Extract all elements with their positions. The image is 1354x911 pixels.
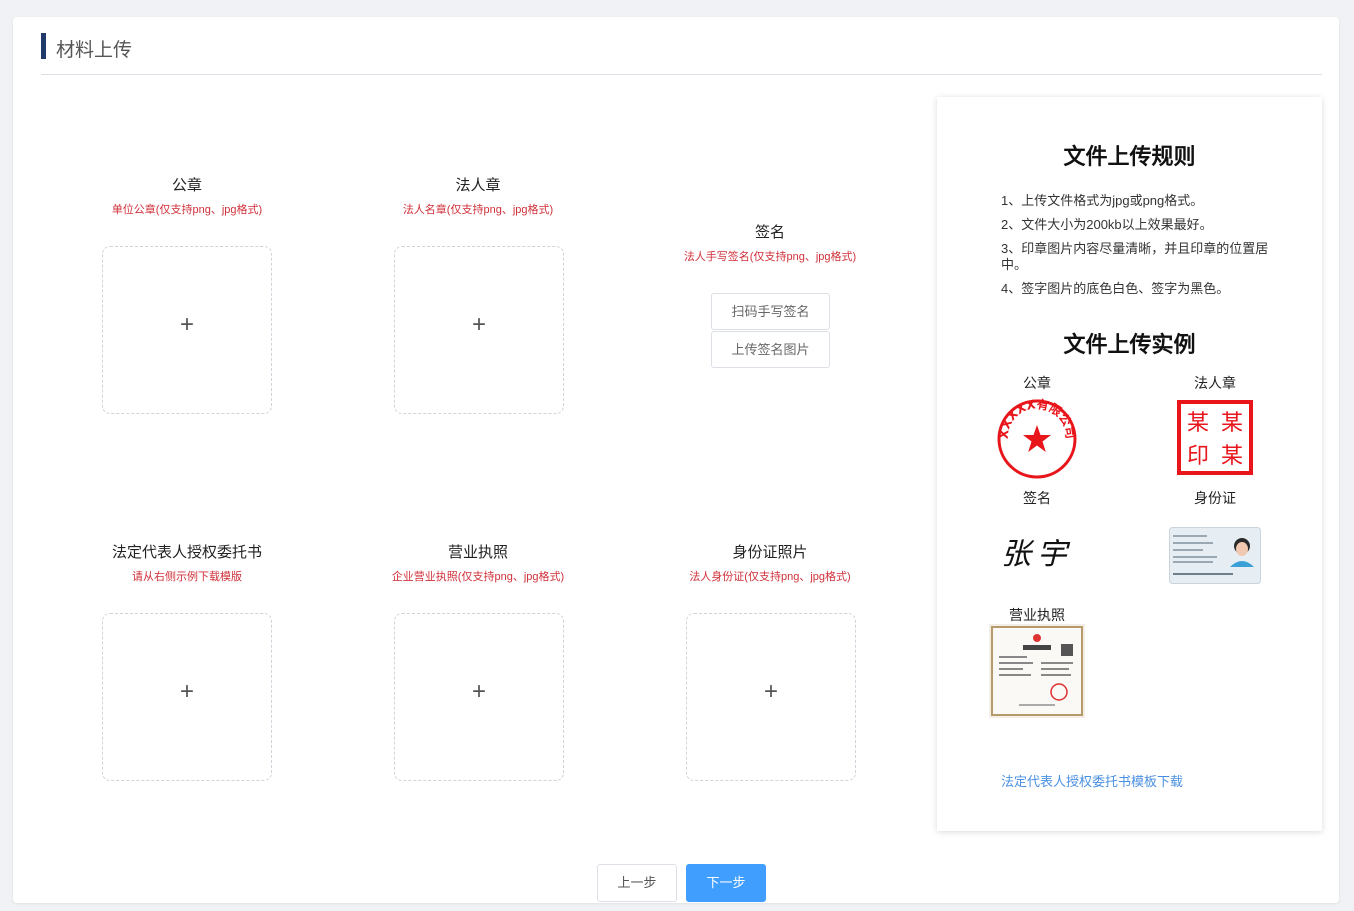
rule-item: 4、签字图片的底色白色、签字为黑色。	[1001, 281, 1230, 296]
scan-signature-button[interactable]: 扫码手写签名	[711, 293, 830, 330]
rule-item: 3、印章图片内容尽量清晰，并且印章的位置居中。	[1001, 241, 1269, 272]
page-header: 材料上传	[41, 31, 1322, 75]
header-accent-bar	[41, 33, 46, 59]
page-title: 材料上传	[56, 40, 133, 61]
rules-title: 文件上传规则	[1063, 144, 1196, 169]
next-step-button[interactable]: 下一步	[686, 864, 766, 902]
slot-seal-title: 公章	[171, 177, 202, 194]
plus-icon: +	[179, 678, 194, 705]
slot-business-license-title: 营业执照	[447, 544, 508, 561]
example-license-image	[989, 624, 1085, 718]
slot-authorization: 法定代表人授权委托书 请从右侧示例下载模版	[87, 541, 287, 584]
business-license-uploader[interactable]: +	[394, 613, 564, 781]
slot-legal-seal: 法人章 法人名章(仅支持png、jpg格式)	[378, 174, 578, 217]
plus-icon: +	[471, 311, 486, 338]
example-seal-image: XXXXX有限公司	[997, 397, 1077, 479]
slot-legal-seal-hint: 法人名章(仅支持png、jpg格式)	[402, 204, 554, 216]
prev-step-button[interactable]: 上一步	[597, 864, 677, 902]
seal-char: 某	[1186, 410, 1209, 436]
plus-icon: +	[763, 678, 778, 705]
slot-seal-hint: 单位公章(仅支持png、jpg格式)	[111, 204, 263, 216]
example-id-label: 身份证	[1194, 490, 1236, 506]
authorization-template-download-link[interactable]: 法定代表人授权委托书模板下载	[1001, 771, 1183, 790]
slot-seal: 公章 单位公章(仅支持png、jpg格式)	[87, 174, 287, 217]
seal-char: 某	[1220, 410, 1243, 436]
slot-signature-title: 签名	[754, 224, 785, 241]
example-legal-seal-image: 某 某 印 某	[1177, 400, 1253, 475]
example-signature-image: 张宇	[1001, 537, 1073, 572]
slot-id-card-title: 身份证照片	[732, 544, 808, 561]
rule-item: 1、上传文件格式为jpg或png格式。	[1001, 193, 1204, 208]
rules-list: 1、上传文件格式为jpg或png格式。 2、文件大小为200kb以上效果最好。 …	[1001, 193, 1283, 305]
id-card-uploader[interactable]: +	[686, 613, 856, 781]
legal-seal-uploader[interactable]: +	[394, 246, 564, 414]
slot-business-license: 营业执照 企业营业执照(仅支持png、jpg格式)	[378, 541, 578, 584]
seal-char: 印	[1186, 444, 1209, 470]
example-id-card-image	[1169, 527, 1261, 584]
slot-id-card-hint: 法人身份证(仅支持png、jpg格式)	[689, 571, 851, 583]
example-license-label: 营业执照	[1009, 607, 1065, 623]
example-legal-seal-label: 法人章	[1194, 375, 1236, 391]
upload-card: 材料上传 公章 单位公章(仅支持png、jpg格式) + 法人章 法人名章(仅支…	[13, 17, 1339, 903]
slot-legal-seal-title: 法人章	[455, 177, 501, 194]
slot-id-card: 身份证照片 法人身份证(仅支持png、jpg格式)	[670, 541, 870, 584]
slot-signature: 签名 法人手写签名(仅支持png、jpg格式)	[670, 221, 870, 264]
example-signature-label: 签名	[1023, 490, 1051, 506]
rule-item: 2、文件大小为200kb以上效果最好。	[1001, 217, 1213, 232]
authorization-uploader[interactable]: +	[102, 613, 272, 781]
slot-authorization-title: 法定代表人授权委托书	[111, 544, 262, 561]
plus-icon: +	[471, 678, 486, 705]
upload-rules-panel: 文件上传规则 1、上传文件格式为jpg或png格式。 2、文件大小为200kb以…	[937, 97, 1322, 831]
plus-icon: +	[179, 311, 194, 338]
slot-business-license-hint: 企业营业执照(仅支持png、jpg格式)	[391, 571, 565, 583]
upload-signature-button[interactable]: 上传签名图片	[711, 331, 830, 368]
seal-uploader[interactable]: +	[102, 246, 272, 414]
slot-authorization-hint: 请从右侧示例下载模版	[132, 571, 242, 583]
examples-title: 文件上传实例	[1063, 332, 1196, 357]
example-seal-label: 公章	[1023, 375, 1051, 391]
slot-signature-hint: 法人手写签名(仅支持png、jpg格式)	[683, 251, 857, 263]
seal-char: 某	[1220, 444, 1243, 470]
